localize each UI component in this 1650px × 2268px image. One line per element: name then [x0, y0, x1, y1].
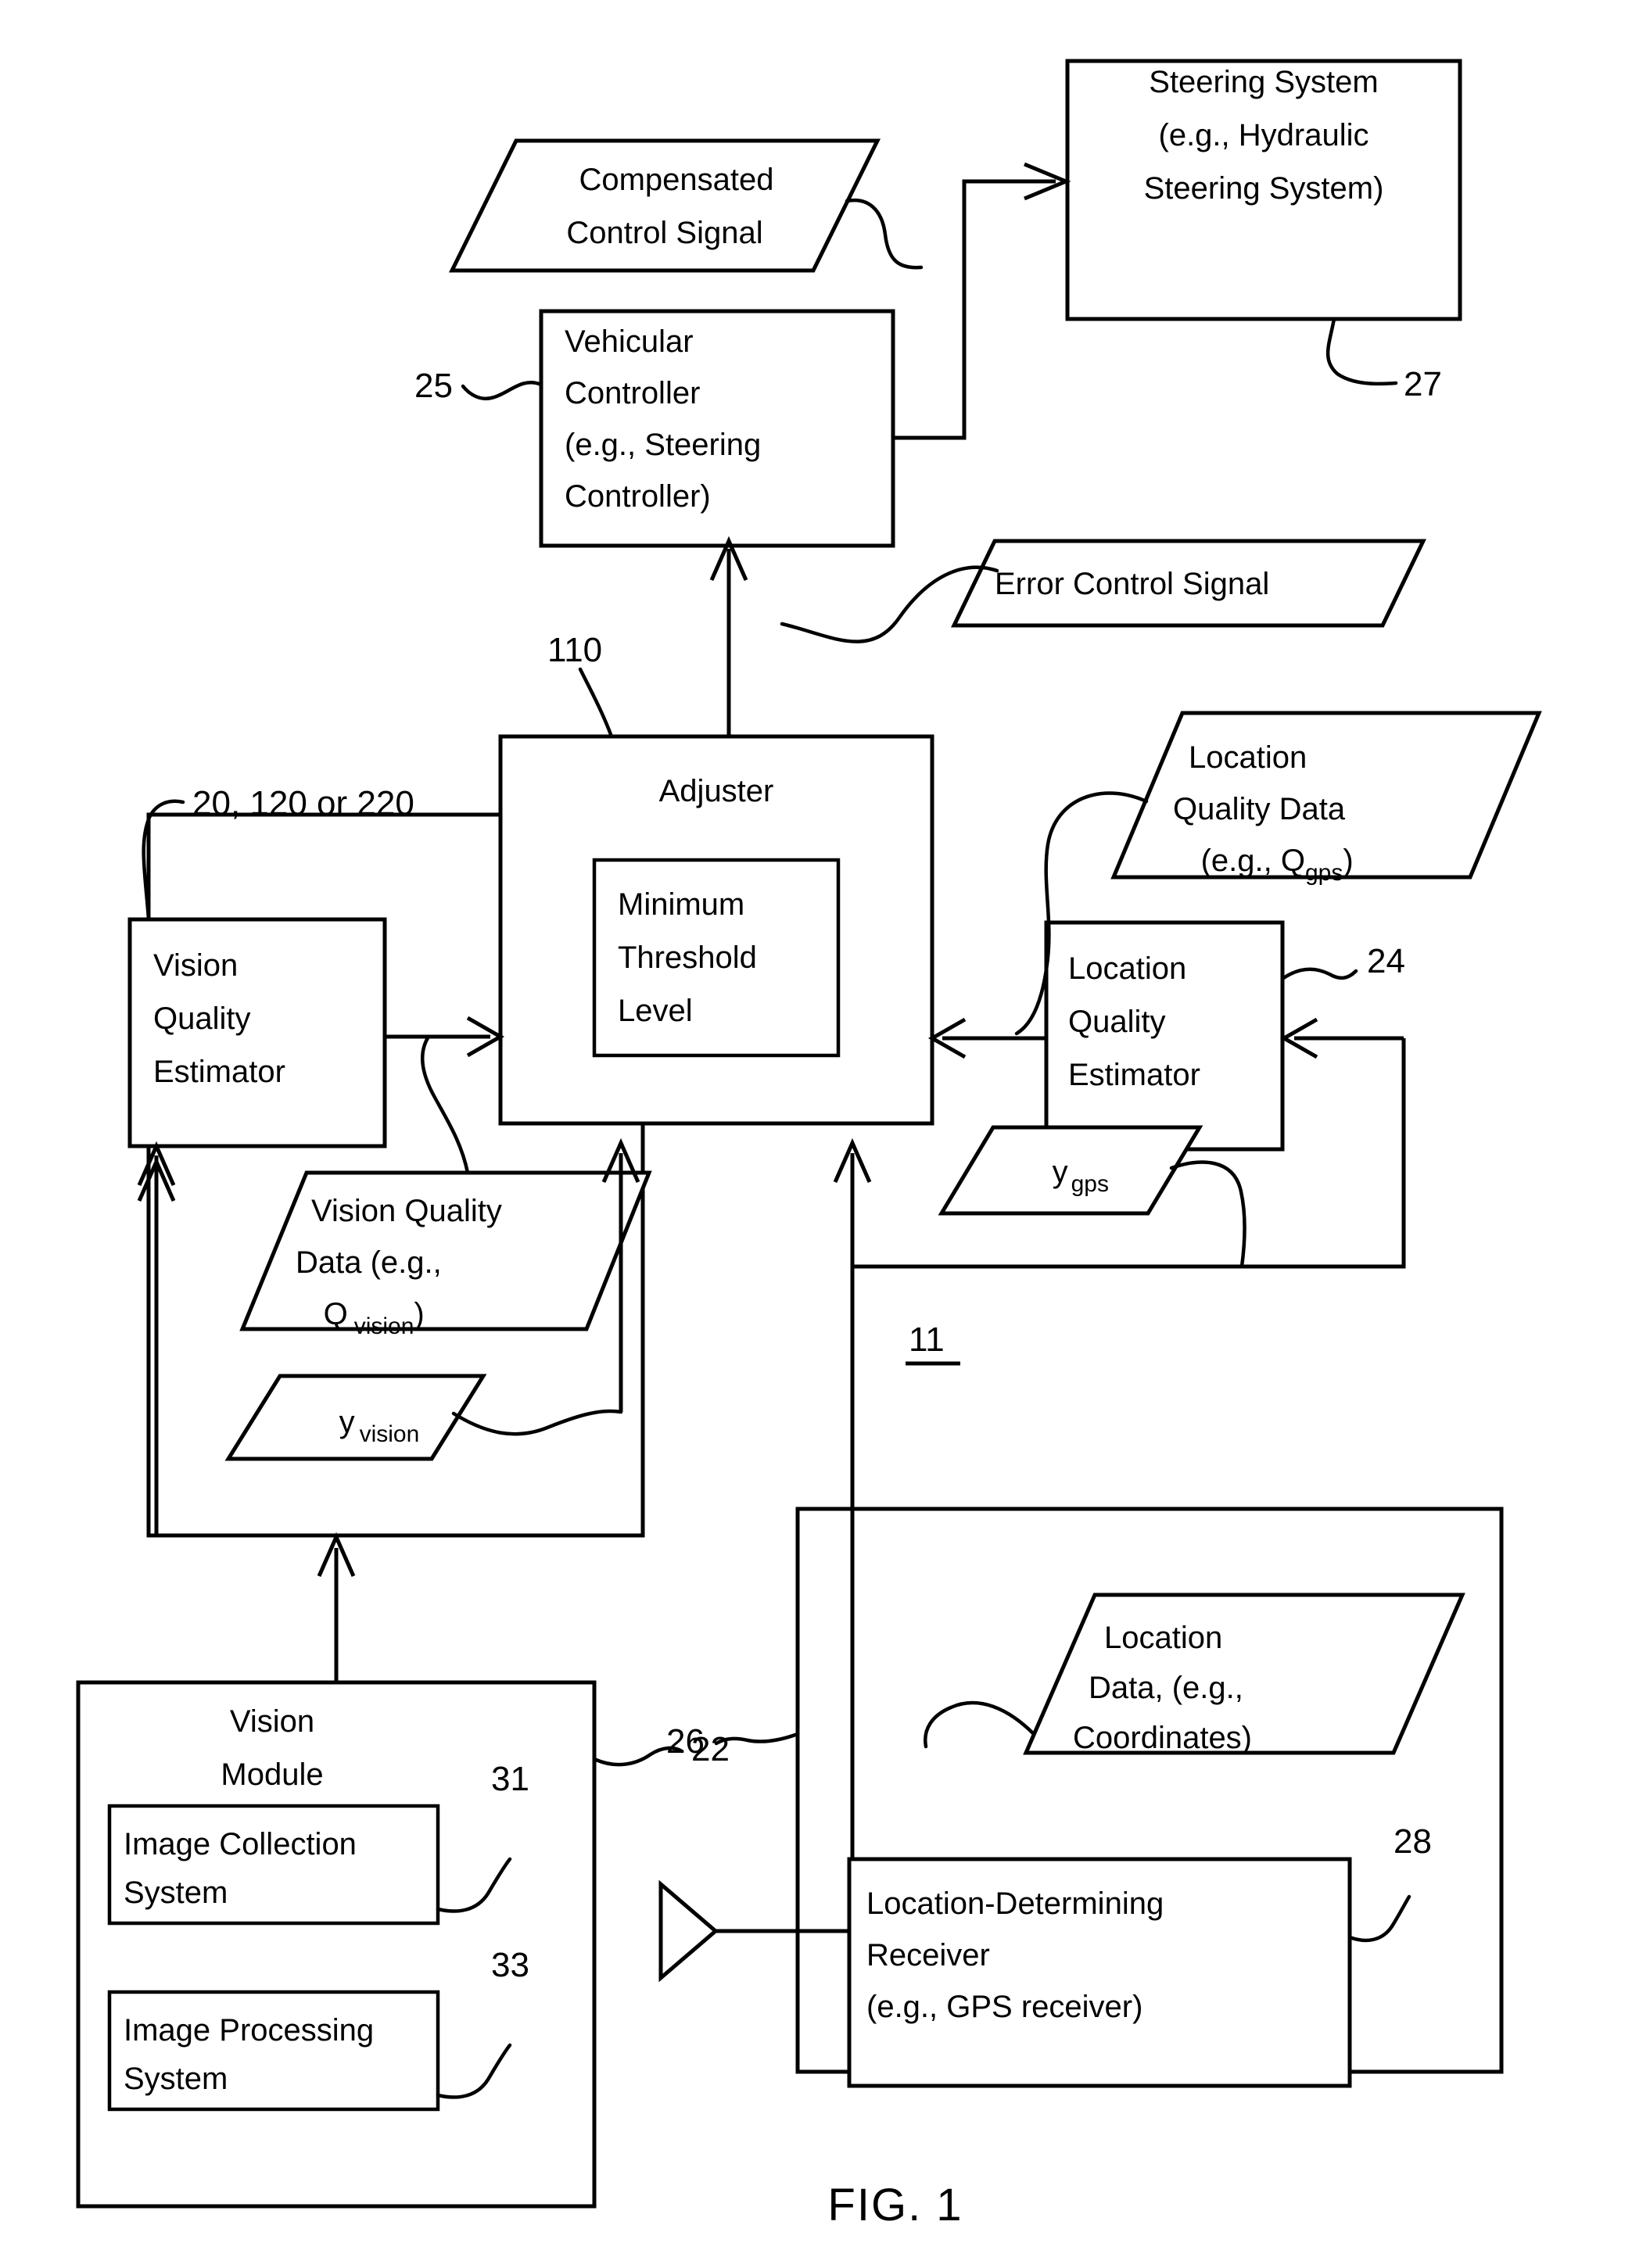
- compensated-control-signal-shape: [448, 138, 881, 273]
- vision-quality-estimator-line-1: Vision: [153, 948, 238, 983]
- steering-system-ref-lead: [1325, 317, 1398, 386]
- y-gps-sub: gps: [1071, 1171, 1109, 1197]
- vision-module-line-2: Module: [221, 1757, 323, 1792]
- location-determining-receiver-ref: 28: [1394, 1822, 1432, 1861]
- image-processing-system-ref: 33: [491, 1946, 529, 1984]
- location-quality-data-line-3: (e.g., Qgps): [1157, 844, 1379, 886]
- vision-quality-data-line-2: Data (e.g.,: [296, 1245, 442, 1280]
- minimum-threshold-level-line-1: Minimum: [618, 887, 744, 922]
- error-control-signal-line-1: Error Control Signal: [995, 567, 1269, 601]
- steering-system-line-2: (e.g., Hydraulic: [1159, 118, 1369, 152]
- steering-system-line-3: Steering System): [1144, 171, 1384, 206]
- vision-module-line-1: Vision: [230, 1704, 314, 1739]
- location-data-line-3: Coordinates): [1073, 1721, 1252, 1755]
- system-ref-11: 11: [909, 1320, 945, 1359]
- vision-quality-estimator-line-2: Quality: [153, 1001, 251, 1036]
- location-data-line-1: Location: [1104, 1621, 1222, 1655]
- location-quality-estimator-ref: 24: [1367, 942, 1405, 980]
- y-vision-sub: vision: [360, 1421, 420, 1447]
- location-quality-estimator-line-1: Location: [1068, 951, 1186, 986]
- adjuster-ref-lead: [578, 667, 614, 739]
- location-quality-data-line-2: Quality Data: [1173, 792, 1346, 826]
- compensated-control-signal-line-1: Compensated: [579, 163, 773, 197]
- vehicular-controller-line-3: (e.g., Steering: [565, 428, 761, 462]
- location-data-line-2: Data, (e.g.,: [1089, 1671, 1243, 1705]
- image-collection-system-line-1: Image Collection: [124, 1827, 357, 1861]
- location-determining-receiver-line-3: (e.g., GPS receiver): [866, 1990, 1142, 2024]
- y-gps-lead: [1169, 1160, 1246, 1269]
- figure-1-block-diagram: Steering System (e.g., Hydraulic Steerin…: [76, 59, 1542, 2230]
- image-collection-system-ref: 31: [491, 1760, 529, 1798]
- vehicular-controller-line-2: Controller: [565, 376, 700, 410]
- steering-system-ref: 27: [1404, 365, 1442, 403]
- location-container-ref: 26: [666, 1722, 705, 1761]
- adjuster-title: Adjuster: [659, 774, 774, 808]
- location-quality-estimator-ref-lead: [1280, 967, 1358, 981]
- figure-caption: FIG. 1: [827, 2180, 963, 2230]
- minimum-threshold-level-line-3: Level: [618, 994, 693, 1028]
- vehicular-controller-ref: 25: [414, 367, 453, 405]
- location-quality-data-sub: gps: [1305, 860, 1343, 886]
- antenna-icon: [658, 1879, 719, 1983]
- steering-system-line-1: Steering System: [1149, 65, 1378, 99]
- vision-quality-estimator-ref: 20, 120 or 220: [192, 784, 414, 822]
- adjuster-ref: 110: [547, 631, 602, 669]
- image-processing-system-line-2: System: [124, 2062, 228, 2096]
- location-quality-estimator-line-3: Estimator: [1068, 1058, 1200, 1092]
- location-determining-receiver-line-1: Location-Determining: [866, 1886, 1164, 1921]
- minimum-threshold-level-line-2: Threshold: [618, 941, 757, 975]
- y-gps-shape: [938, 1125, 1203, 1216]
- patent-figure: Steering System (e.g., Hydraulic Steerin…: [0, 0, 1650, 2268]
- vision-quality-estimator-line-3: Estimator: [153, 1055, 285, 1089]
- compensated-control-signal-line-2: Control Signal: [566, 216, 762, 250]
- location-determining-receiver-line-2: Receiver: [866, 1938, 990, 1972]
- vision-quality-data-sub: vision: [354, 1313, 414, 1339]
- location-quality-estimator-line-2: Quality: [1068, 1005, 1166, 1039]
- vehicular-controller-line-4: Controller): [565, 479, 711, 514]
- vehicular-controller-ref-lead: [461, 381, 543, 400]
- vehicular-controller-line-1: Vehicular: [565, 324, 694, 359]
- vision-quality-data-line-1: Vision Quality: [311, 1194, 502, 1228]
- image-collection-system-line-2: System: [124, 1876, 228, 1910]
- image-processing-system-line-1: Image Processing: [124, 2013, 374, 2048]
- compensated-control-signal-lead: [845, 198, 924, 270]
- location-quality-data-line-1: Location: [1189, 740, 1307, 775]
- controller-to-steering-connector: [893, 179, 1056, 440]
